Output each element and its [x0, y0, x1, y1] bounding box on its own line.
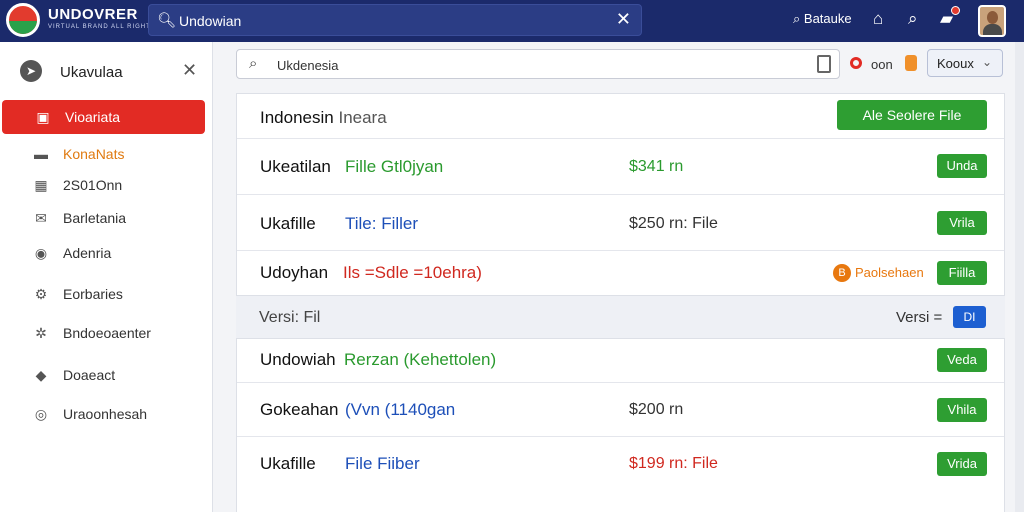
brand-title: UNDOVRER: [48, 6, 138, 23]
main-search-box[interactable]: ⌕: [236, 49, 840, 79]
table-row[interactable]: Udoyhan Ils =Sdle =10ehra) B Paolsehaen …: [237, 251, 1004, 295]
cog-icon: ⚙: [34, 286, 48, 302]
row-price: $341 rn: [629, 158, 684, 175]
row-action-button[interactable]: Vrila: [937, 211, 987, 235]
search-icon[interactable]: ⌕: [908, 9, 918, 29]
table-row[interactable]: Ukafille File Fiiber $199 rn: File Vrida: [237, 437, 1004, 493]
main-search-input[interactable]: [277, 56, 797, 74]
user-search-icon: ⌕: [793, 11, 804, 26]
folder-icon: ▬: [34, 146, 48, 162]
row-desc: Ils =Sdle =10ehra): [343, 263, 482, 282]
row-price: $199 rn: File: [629, 455, 718, 472]
table-row[interactable]: Gokeahan (Vvn (1140gan $200 rn Vhila: [237, 383, 1004, 437]
sidebar-item-barletania[interactable]: ✉ Barletania: [0, 201, 213, 235]
version-label-right: Versi =: [896, 309, 943, 326]
view-select[interactable]: Kooux ⌄: [927, 49, 1003, 77]
sidebar-item-bndoeoaenter[interactable]: ✲ Bndoeoaenter: [0, 316, 213, 350]
sidebar-item-label: KonaNats: [63, 146, 125, 162]
version-button[interactable]: DI: [953, 306, 986, 328]
view-select-label: Kooux: [937, 56, 974, 71]
sidebar-item-adenria[interactable]: ◉ Adenria: [0, 236, 213, 270]
sidebar-item-uraoonhesah[interactable]: ◎ Uraoonhesah: [0, 397, 213, 431]
row-desc: Tile: Filler: [345, 214, 419, 233]
row-name: Ukeatilan: [260, 157, 331, 176]
sidebar-header-label: Ukavulaa: [60, 64, 123, 81]
row-action-button[interactable]: Vrida: [937, 452, 987, 476]
top-search-input[interactable]: [179, 11, 599, 31]
sidebar-item-2s01onn[interactable]: ▦ 2S01Onn: [0, 168, 213, 202]
top-search-box[interactable]: 🔍︎ ✕: [148, 4, 642, 36]
compass-icon: ➤: [20, 60, 42, 82]
row-name: Ukafille: [260, 454, 316, 473]
panel-title: Indonesin Ineara: [260, 108, 387, 127]
sidebar-item-label: Uraoonhesah: [63, 406, 148, 422]
sidebar-item-label: Barletania: [63, 210, 127, 226]
sidebar-header: ➤ Ukavulaa ✕: [0, 52, 213, 92]
row-action-button[interactable]: Veda: [937, 348, 987, 372]
warning-icon: B: [833, 264, 851, 282]
grid-icon: ▦: [34, 177, 48, 193]
row-name: Undowiah: [260, 350, 336, 369]
circle-badge-icon: ◉: [34, 245, 48, 261]
shield-icon: ◆: [35, 367, 47, 383]
table-row[interactable]: Undowiah Rerzan (Kehettolen) Veda: [237, 339, 1004, 383]
row-warning-label: Paolsehaen: [855, 265, 924, 280]
brand-logo[interactable]: [6, 3, 40, 37]
sidebar-item-label: 2S01Onn: [63, 177, 123, 193]
record-icon[interactable]: [850, 57, 862, 69]
file-panel-top: Indonesin Ineara Ale Seolere File Ukeati…: [236, 93, 1005, 296]
sidebar-item-label: Vioariata: [65, 109, 121, 125]
top-bar: UNDOVRER VIRTUAL BRAND ALL RIGHT BEIN 🔍︎…: [0, 0, 1024, 42]
row-name: Udoyhan: [260, 263, 329, 282]
settings-icon: ✲: [35, 325, 47, 341]
row-desc: Rerzan (Kehettolen): [344, 350, 497, 369]
record-label: oon: [871, 57, 893, 72]
sidebar-item-label: Eorbaries: [63, 286, 123, 302]
sidebar-item-label: Adenria: [63, 245, 112, 261]
sidebar-item-eorbaries[interactable]: ⚙ Eorbaries: [0, 277, 213, 311]
close-icon[interactable]: ✕: [182, 60, 197, 81]
sidebar-item-konanats[interactable]: ▬ KonaNats: [0, 137, 213, 171]
sidebar-item-label: Doaeact: [63, 367, 116, 383]
row-name: Gokeahan: [260, 400, 339, 419]
top-user-link[interactable]: ⌕ Batauke: [793, 11, 852, 27]
row-desc: Fille Gtl0jyan: [345, 157, 444, 176]
table-row[interactable]: Ukafille Tile: Filler $250 rn: File Vril…: [237, 195, 1004, 251]
row-desc: (Vvn (1140gan: [345, 400, 456, 419]
version-bar: Versi: Fil Versi = DI: [236, 296, 1005, 338]
target-icon: ◎: [34, 406, 48, 422]
search-icon: ⌕: [249, 55, 258, 72]
document-icon[interactable]: [817, 55, 831, 73]
top-user-label: Batauke: [803, 11, 852, 26]
home-icon[interactable]: ⌂: [873, 9, 883, 29]
row-price: $250 rn: File: [629, 215, 718, 232]
lock-icon[interactable]: [905, 55, 917, 71]
clear-search-icon[interactable]: ✕: [616, 9, 631, 30]
row-desc: File Fiiber: [345, 454, 420, 473]
version-label: Versi: Fil: [259, 309, 321, 326]
sidebar: ➤ Ukavulaa ✕ ▣ Vioariata ▬ KonaNats ▦ 2S…: [0, 42, 213, 512]
sidebar-item-vioariata[interactable]: ▣ Vioariata: [2, 100, 205, 134]
sidebar-item-label: Bndoeoaenter: [63, 325, 151, 341]
row-action-button[interactable]: Fiilla: [937, 261, 987, 285]
row-action-button[interactable]: Unda: [937, 154, 987, 178]
file-panel-bottom: Undowiah Rerzan (Kehettolen) Veda Gokeah…: [236, 338, 1005, 512]
mail-icon: ✉: [35, 210, 47, 226]
add-file-button[interactable]: Ale Seolere File: [837, 100, 987, 130]
sidebar-item-doaeact[interactable]: ◆ Doaeact: [0, 358, 213, 392]
row-price: $200 rn: [629, 401, 684, 418]
table-row[interactable]: Ukeatilan Fille Gtl0jyan $341 rn Unda: [237, 139, 1004, 195]
row-action-button[interactable]: Vhila: [937, 398, 987, 422]
row-name: Ukafille: [260, 214, 316, 233]
chevron-down-icon: ⌄: [981, 55, 992, 69]
document-icon: ▣: [36, 109, 50, 125]
search-icon: 🔍︎: [157, 12, 177, 29]
notification-badge: [951, 6, 960, 15]
scrollbar-track[interactable]: [1015, 42, 1024, 512]
user-avatar[interactable]: [978, 5, 1006, 37]
panel-header: Indonesin Ineara Ale Seolere File: [237, 94, 1004, 139]
